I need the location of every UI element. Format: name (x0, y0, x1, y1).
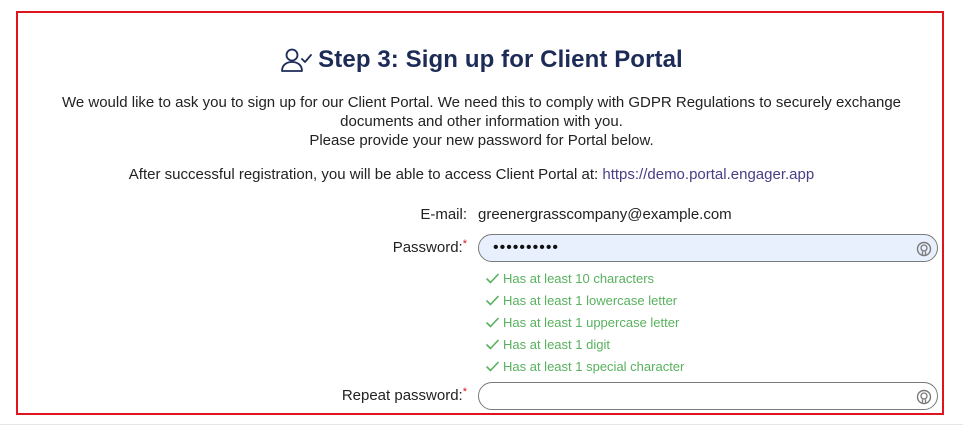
email-value: greenergrasscompany@example.com (478, 206, 732, 223)
rule-item: Has at least 1 lowercase letter (486, 289, 684, 311)
intro-line-gdpr: We would like to ask you to sign up for … (61, 94, 902, 130)
rule-item: Has at least 1 special character (486, 355, 684, 377)
check-icon (486, 339, 499, 349)
user-check-icon (281, 48, 313, 72)
required-asterisk: * (462, 386, 467, 398)
password-input[interactable]: •••••••••• (478, 234, 938, 262)
rule-item: Has at least 1 uppercase letter (486, 311, 684, 333)
rule-text: Has at least 1 digit (503, 336, 610, 352)
reveal-password-icon[interactable] (916, 241, 932, 257)
portal-access-note: After successful registration, you will … (0, 166, 943, 183)
rule-text: Has at least 10 characters (503, 270, 655, 286)
intro-text: We would like to ask you to sign up for … (30, 93, 933, 150)
password-masked-value: •••••••••• (493, 239, 560, 256)
check-icon (486, 361, 499, 371)
rule-item: Has at least 10 characters (486, 267, 684, 289)
page-title: Step 3: Sign up for Client Portal (318, 46, 683, 73)
check-icon (486, 295, 499, 305)
check-icon (486, 317, 499, 327)
repeat-password-label: Repeat password:* (341, 386, 467, 404)
rule-text: Has at least 1 uppercase letter (503, 314, 680, 330)
repeat-password-label-text: Repeat password: (341, 387, 463, 404)
step-header: Step 3: Sign up for Client Portal (0, 46, 963, 74)
intro-line-password: Please provide your new password for Por… (309, 132, 654, 149)
rule-text: Has at least 1 special character (503, 358, 685, 374)
portal-access-text: After successful registration, you will … (128, 166, 603, 183)
repeat-password-input[interactable] (478, 382, 938, 410)
rule-text: Has at least 1 lowercase letter (503, 292, 678, 308)
rule-item: Has at least 1 digit (486, 333, 684, 355)
email-label: E-mail: (420, 206, 467, 223)
check-icon (486, 273, 499, 283)
reveal-password-icon[interactable] (916, 389, 932, 405)
required-asterisk: * (462, 238, 467, 250)
portal-url-link[interactable]: https://demo.portal.engager.app (602, 166, 814, 183)
password-label-text: Password: (392, 239, 463, 256)
password-label: Password:* (392, 238, 467, 256)
bottom-divider (0, 424, 963, 425)
password-rules-list: Has at least 10 characters Has at least … (486, 267, 684, 377)
